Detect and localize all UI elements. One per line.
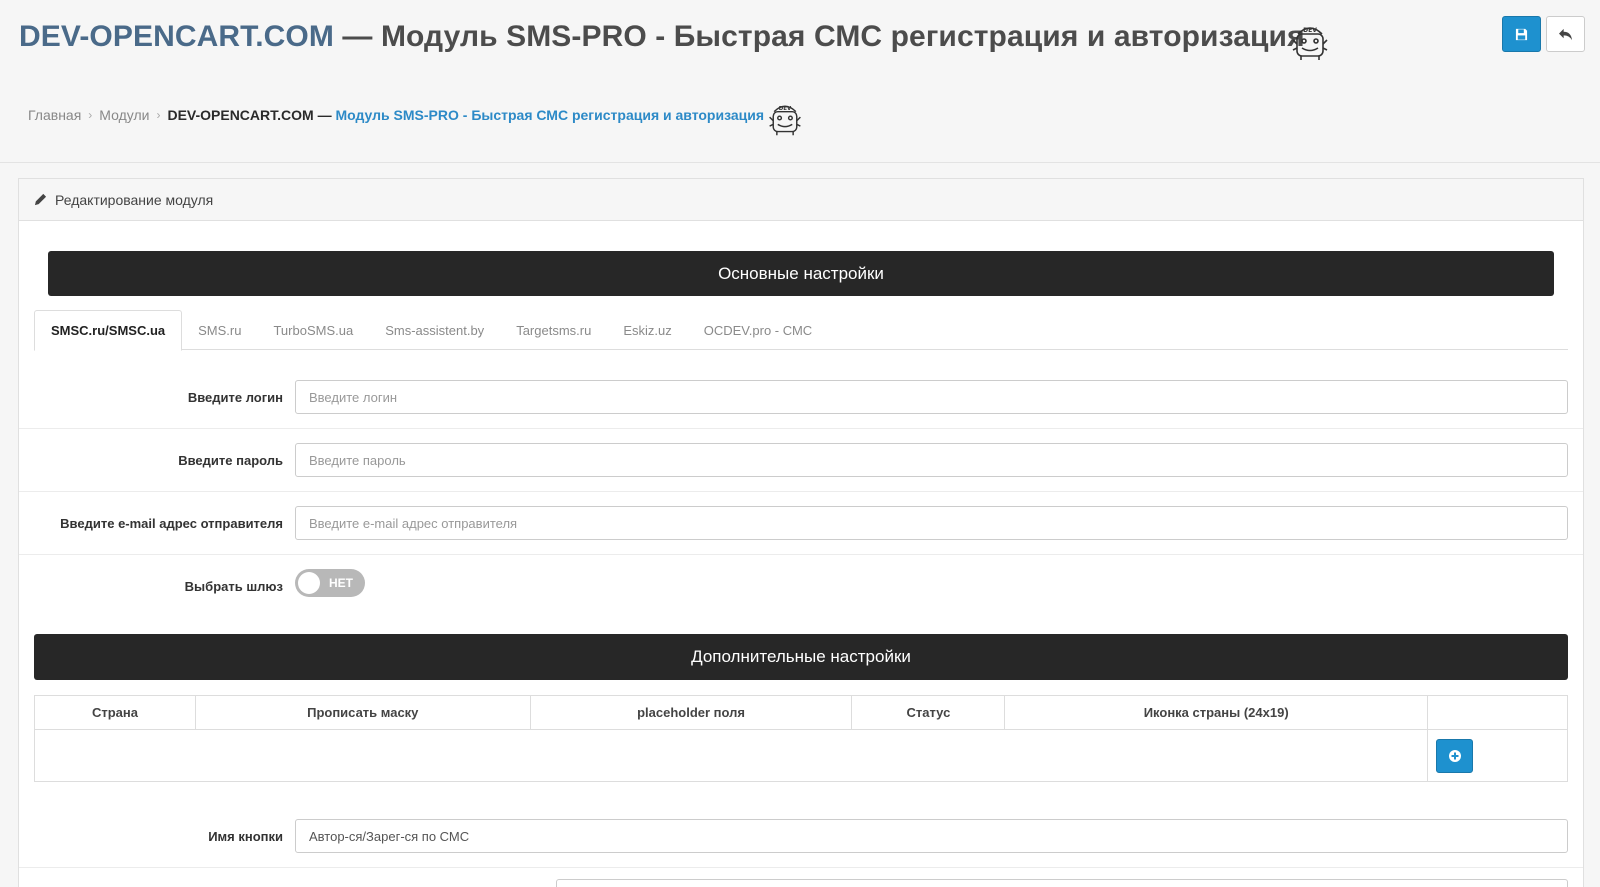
- extra-settings-bar: Дополнительные настройки: [34, 634, 1568, 680]
- breadcrumb-current[interactable]: Модуль SMS-PRO - Быстрая СМС регистрация…: [335, 107, 764, 123]
- edit-module-panel: Редактирование модуля Основные настройки…: [18, 178, 1584, 887]
- col-flag-icon: Иконка страны (24x19): [1004, 695, 1429, 730]
- col-mask: Прописать маску: [194, 695, 531, 730]
- breadcrumb-separator: ›: [88, 108, 93, 122]
- plus-circle-icon: [1448, 749, 1461, 762]
- svg-text:DEV: DEV: [1303, 27, 1317, 34]
- save-button[interactable]: [1502, 16, 1541, 52]
- col-actions: [1427, 695, 1568, 730]
- password-label: Введите пароль: [178, 452, 283, 468]
- svg-text:DEV: DEV: [779, 106, 792, 112]
- title-brand: DEV-OPENCART.COM: [19, 20, 334, 53]
- save-icon: [1515, 28, 1528, 40]
- breadcrumb-modules[interactable]: Модули: [99, 107, 149, 123]
- next-field-input[interactable]: [556, 879, 1568, 887]
- gateway-tabs: SMSC.ru/SMSC.ua SMS.ru TurboSMS.ua Sms-a…: [34, 310, 1568, 351]
- login-row: Введите логин: [19, 366, 1583, 429]
- table-footer-row: [33, 729, 1568, 782]
- page-title: DEV-OPENCART.COM — Модуль SMS-PRO - Быст…: [19, 20, 1305, 54]
- add-row-button[interactable]: [1436, 738, 1474, 773]
- gateway-label: Выбрать шлюз: [184, 579, 283, 594]
- breadcrumb-current-brand: DEV-OPENCART.COM —: [167, 107, 332, 123]
- tab-smsc[interactable]: SMSC.ru/SMSC.ua: [34, 310, 183, 351]
- toggle-knob: [298, 572, 320, 594]
- empty-cell: [33, 729, 1429, 782]
- tab-smsru[interactable]: SMS.ru: [182, 310, 257, 350]
- button-name-input[interactable]: [295, 819, 1568, 853]
- breadcrumb-separator: ›: [156, 108, 161, 122]
- main-settings-bar: Основные настройки: [48, 251, 1554, 296]
- gateway-row: Выбрать шлюз НЕТ: [19, 555, 1583, 627]
- breadcrumb: Главная › Модули › DEV-OPENCART.COM — Мо…: [28, 107, 764, 123]
- tab-ocdev[interactable]: OCDEV.pro - СМС: [688, 310, 828, 350]
- dev-mascot-icon: DEV: [1292, 27, 1328, 60]
- email-input[interactable]: [295, 506, 1568, 540]
- page-header: DEV-OPENCART.COM — Модуль SMS-PRO - Быст…: [0, 0, 1600, 163]
- button-name-row: Имя кнопки: [19, 805, 1583, 868]
- button-name-label: Имя кнопки: [208, 828, 283, 844]
- gateway-toggle[interactable]: НЕТ: [295, 569, 365, 597]
- tab-eskiz[interactable]: Eskiz.uz: [607, 310, 687, 350]
- tab-turbosms[interactable]: TurboSMS.ua: [257, 310, 369, 350]
- actions-cell: [1427, 729, 1568, 782]
- panel-heading-title: Редактирование модуля: [55, 191, 214, 208]
- email-row: Введите e-mail адрес отправителя: [19, 492, 1583, 555]
- country-mask-table: Страна Прописать маску placeholder поля …: [33, 695, 1568, 782]
- panel-heading: Редактирование модуля: [19, 179, 1583, 221]
- col-status: Статус: [851, 695, 1006, 730]
- login-label: Введите логин: [187, 389, 283, 405]
- tab-targetsms[interactable]: Targetsms.ru: [500, 310, 607, 350]
- breadcrumb-home[interactable]: Главная: [28, 107, 81, 123]
- col-placeholder: placeholder поля: [529, 695, 853, 730]
- table-header-row: Страна Прописать маску placeholder поля …: [34, 695, 1568, 730]
- title-rest: — Модуль SMS-PRO - Быстрая СМС регистрац…: [333, 20, 1305, 53]
- back-button[interactable]: [1546, 16, 1585, 52]
- tab-sms-assistent[interactable]: Sms-assistent.by: [369, 310, 500, 350]
- password-input[interactable]: [295, 443, 1568, 477]
- login-input[interactable]: [295, 380, 1568, 414]
- password-row: Введите пароль: [19, 429, 1583, 492]
- toggle-text: НЕТ: [329, 576, 353, 590]
- pencil-icon: [34, 193, 47, 206]
- col-country: Страна: [34, 695, 196, 730]
- email-label: Введите e-mail адрес отправителя: [60, 515, 283, 531]
- dev-mascot-icon: DEV: [769, 105, 801, 136]
- reply-icon: [1559, 28, 1572, 40]
